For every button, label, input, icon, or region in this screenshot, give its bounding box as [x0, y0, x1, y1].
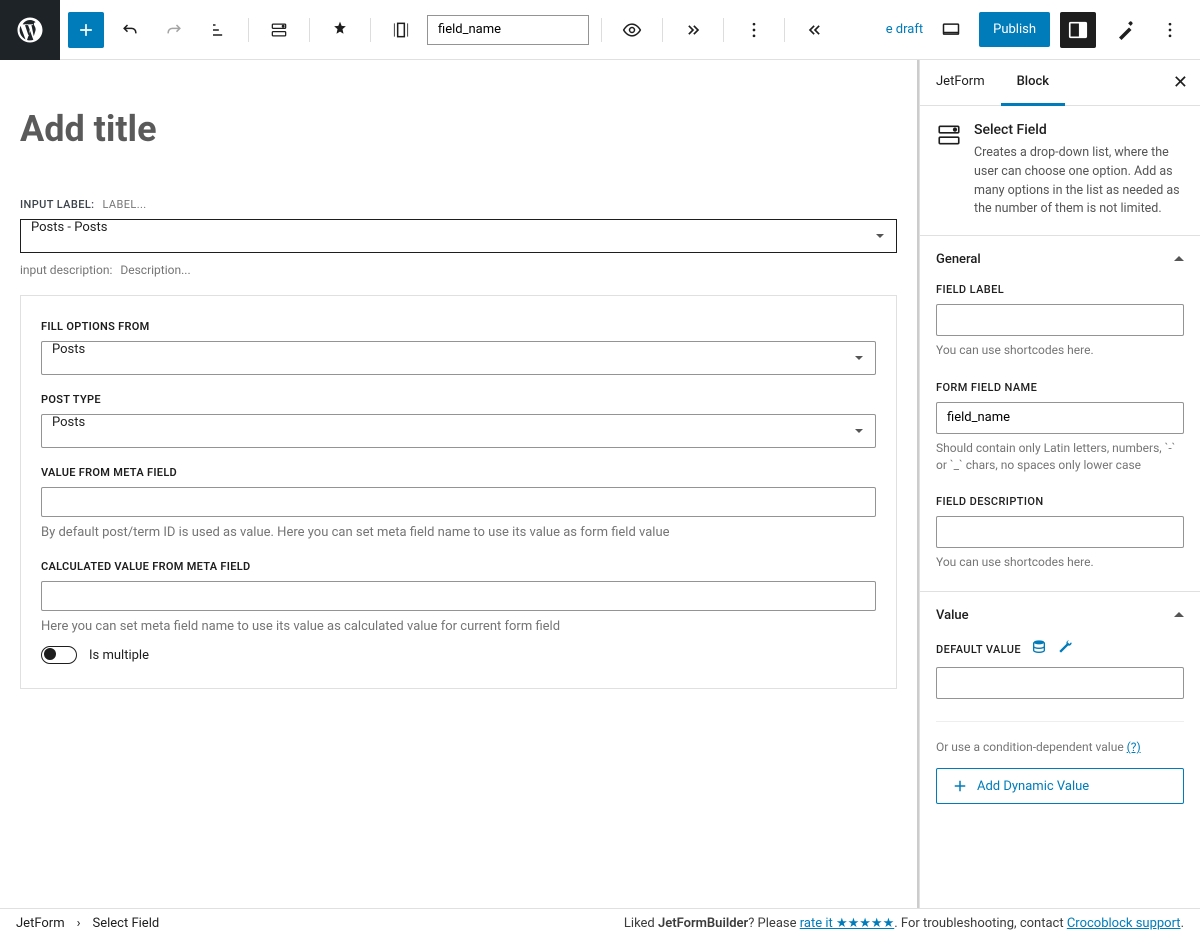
form-field-name-label: FORM FIELD NAME [936, 381, 1184, 394]
settings-panel-toggle[interactable] [1060, 12, 1096, 48]
publish-button[interactable]: Publish [979, 12, 1050, 47]
separator [370, 18, 371, 42]
form-field-name-hint: Should contain only Latin letters, numbe… [936, 440, 1184, 474]
block-header: Select Field Creates a drop-down list, w… [920, 106, 1200, 236]
separator [784, 18, 785, 42]
breadcrumb-current[interactable]: Select Field [93, 916, 160, 931]
separator [662, 18, 663, 42]
select-field-icon [936, 122, 962, 148]
tab-jetform[interactable]: JetForm [920, 60, 1001, 105]
breadcrumb-separator: › [77, 916, 81, 931]
add-dynamic-value-label: Add Dynamic Value [977, 779, 1089, 794]
top-toolbar: e draft Publish [0, 0, 1200, 60]
breadcrumb: JetForm › Select Field [16, 916, 159, 931]
form-field-name-input[interactable] [936, 402, 1184, 434]
section-value-title: Value [936, 608, 969, 623]
view-desktop-icon[interactable] [933, 12, 969, 48]
field-name-input[interactable] [427, 15, 589, 45]
save-draft-link[interactable]: e draft [886, 22, 923, 37]
field-description-label: FIELD DESCRIPTION [936, 495, 1184, 508]
calc-value-from-meta-hint: Here you can set meta field name to use … [41, 619, 876, 634]
collapse-left-icon[interactable] [797, 12, 833, 48]
block-options-panel: FILL OPTIONS FROM Posts POST TYPE Posts … [20, 295, 897, 689]
chevron-up-icon [1174, 252, 1184, 267]
section-general-header[interactable]: General [920, 236, 1200, 283]
block-title: Select Field [974, 122, 1184, 138]
rate-link[interactable]: rate it ★★★★★ [800, 916, 895, 931]
field-label-label: FIELD LABEL [936, 283, 1184, 296]
product-name: JetFormBuilder [658, 916, 748, 931]
fill-options-from-select[interactable]: Posts [41, 341, 876, 375]
breadcrumb-root[interactable]: JetForm [16, 916, 65, 931]
fill-options-from-label: FILL OPTIONS FROM [41, 320, 876, 333]
block-main-select[interactable]: Posts - Posts [20, 219, 897, 253]
editor-canvas: Add title INPUT LABEL: LABEL... Posts - … [0, 60, 919, 908]
support-link[interactable]: Crocoblock support [1067, 916, 1181, 931]
close-sidebar-icon[interactable]: ✕ [1173, 72, 1188, 93]
footer-message: Liked JetFormBuilder? Please rate it ★★★… [624, 916, 1184, 931]
select-field-block-icon[interactable] [261, 12, 297, 48]
input-desc-prefix: input description: [20, 263, 112, 277]
wp-logo[interactable] [0, 0, 60, 60]
input-label-prefix: INPUT LABEL: [20, 198, 94, 211]
condition-dependent-text: Or use a condition-dependent value (?) [936, 740, 1184, 754]
preview-icon[interactable] [614, 12, 650, 48]
separator [248, 18, 249, 42]
section-general-title: General [936, 252, 981, 267]
more-forward-icon[interactable] [675, 12, 711, 48]
value-from-meta-label: VALUE FROM META FIELD [41, 466, 876, 479]
add-block-button[interactable] [68, 12, 104, 48]
footer-bar: JetForm › Select Field Liked JetFormBuil… [0, 908, 1200, 938]
wrench-icon[interactable] [1057, 639, 1073, 659]
page-title[interactable]: Add title [20, 108, 897, 150]
align-icon[interactable] [383, 12, 419, 48]
section-value: Value DEFAULT VALUE Or use a condition-d… [920, 592, 1200, 824]
database-icon[interactable] [1031, 639, 1047, 659]
is-multiple-toggle[interactable] [41, 646, 77, 664]
field-label-hint: You can use shortcodes here. [936, 342, 1184, 359]
value-from-meta-input[interactable] [41, 487, 876, 517]
is-multiple-label: Is multiple [89, 648, 149, 663]
section-value-header[interactable]: Value [920, 592, 1200, 639]
actions-icon[interactable] [322, 12, 358, 48]
block-options-icon[interactable] [736, 12, 772, 48]
redo-button[interactable] [156, 12, 192, 48]
section-general: General FIELD LABEL You can use shortcod… [920, 236, 1200, 592]
field-description-hint: You can use shortcodes here. [936, 554, 1184, 571]
divider [936, 721, 1184, 722]
calc-value-from-meta-label: CALCULATED VALUE FROM META FIELD [41, 560, 876, 573]
separator [309, 18, 310, 42]
block-description: Creates a drop-down list, where the user… [974, 144, 1184, 219]
settings-sidebar: JetForm Block ✕ Select Field Creates a d… [919, 60, 1200, 908]
sidebar-tabs: JetForm Block ✕ [920, 60, 1200, 106]
post-type-select[interactable]: Posts [41, 414, 876, 448]
separator [723, 18, 724, 42]
post-type-label: POST TYPE [41, 393, 876, 406]
field-label-input[interactable] [936, 304, 1184, 336]
default-value-label: DEFAULT VALUE [936, 643, 1021, 656]
more-menu-icon[interactable] [1152, 12, 1188, 48]
styles-icon[interactable] [1106, 12, 1142, 48]
select-field-block: INPUT LABEL: LABEL... Posts - Posts inpu… [20, 198, 897, 689]
tab-block[interactable]: Block [1001, 60, 1065, 106]
value-from-meta-hint: By default post/term ID is used as value… [41, 525, 876, 540]
input-desc-placeholder[interactable]: Description... [120, 263, 190, 277]
undo-button[interactable] [112, 12, 148, 48]
add-dynamic-value-button[interactable]: Add Dynamic Value [936, 768, 1184, 804]
input-label-placeholder[interactable]: LABEL... [102, 198, 146, 211]
field-description-input[interactable] [936, 516, 1184, 548]
chevron-up-icon [1174, 608, 1184, 623]
separator [601, 18, 602, 42]
default-value-input[interactable] [936, 667, 1184, 699]
calc-value-from-meta-input[interactable] [41, 581, 876, 611]
document-outline-button[interactable] [200, 12, 236, 48]
condition-help-link[interactable]: (?) [1127, 740, 1141, 754]
